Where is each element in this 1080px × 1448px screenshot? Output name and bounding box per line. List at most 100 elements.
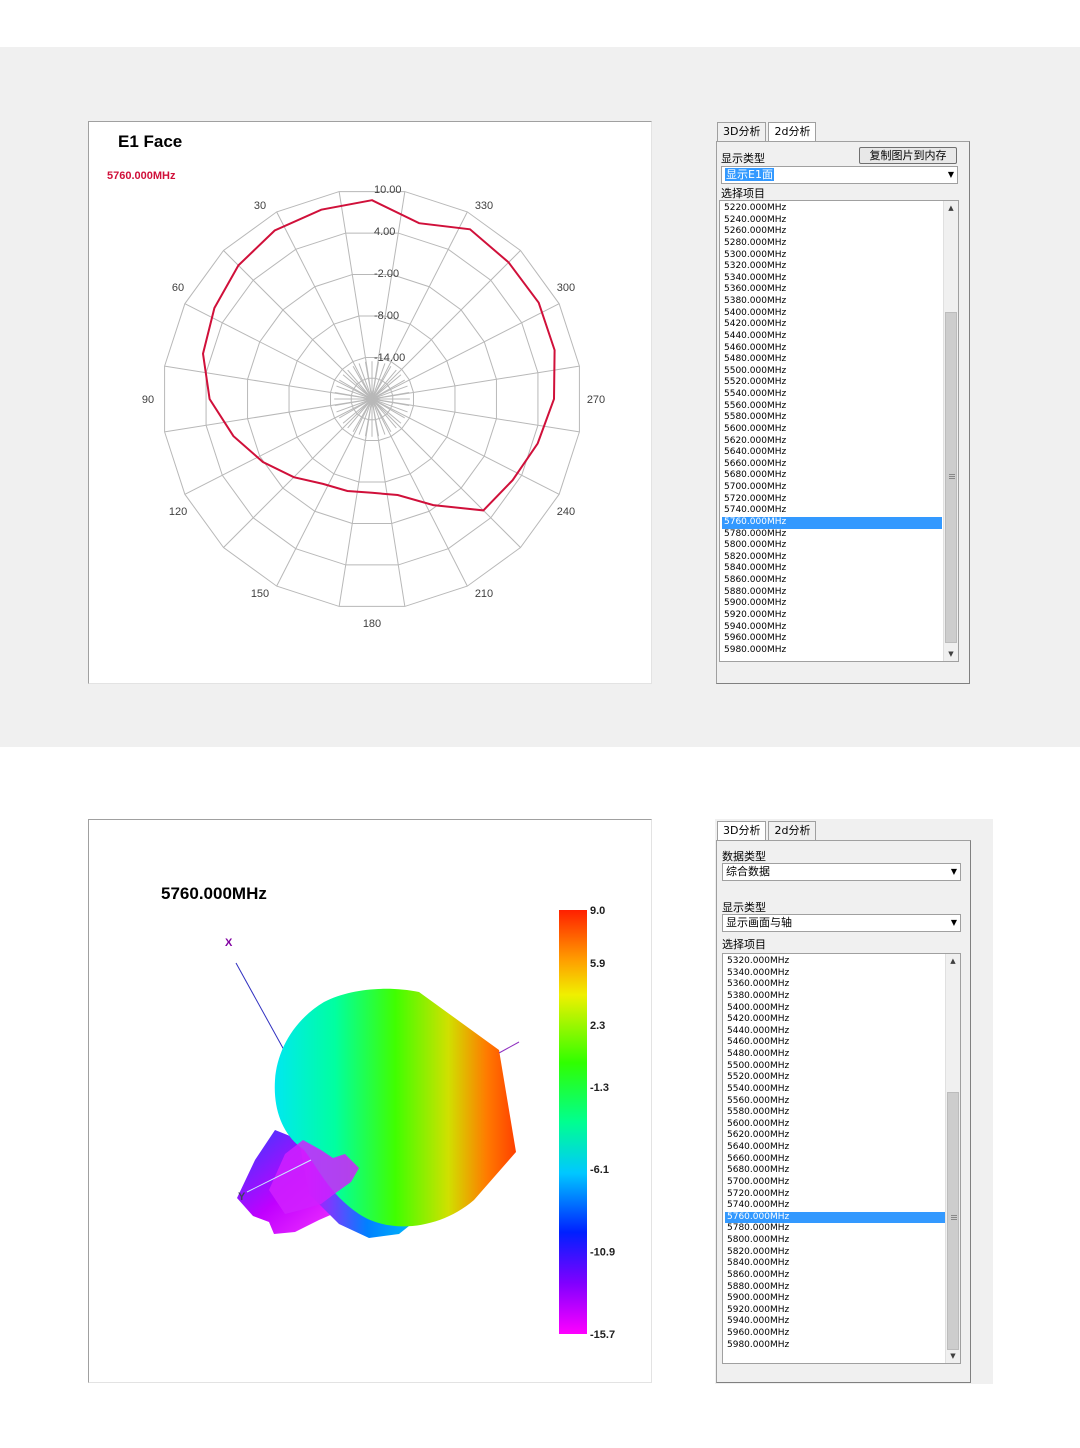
list-item[interactable]: 5780.000MHz [725, 1223, 945, 1235]
list-item[interactable]: 5500.000MHz [725, 1061, 945, 1073]
list-item[interactable]: 5940.000MHz [725, 1316, 945, 1328]
scroll-down-icon[interactable]: ▼ [946, 1349, 960, 1363]
list-item[interactable]: 5660.000MHz [722, 459, 942, 471]
angle-tick-label: 300 [557, 282, 575, 294]
list-item[interactable]: 5380.000MHz [722, 296, 942, 308]
polar-spoke [371, 398, 521, 548]
list-item[interactable]: 5460.000MHz [725, 1037, 945, 1049]
list-item[interactable]: 5860.000MHz [725, 1270, 945, 1282]
list-item[interactable]: 5540.000MHz [722, 389, 942, 401]
data-type-select[interactable]: 综合数据 ▼ [722, 863, 961, 881]
tab-3d-analysis[interactable]: 3D分析 [717, 821, 767, 840]
list-item[interactable]: 5900.000MHz [725, 1293, 945, 1305]
copy-image-button[interactable]: 复制图片到内存 [859, 147, 957, 164]
list-item[interactable]: 5320.000MHz [725, 956, 945, 968]
list-item[interactable]: 5340.000MHz [722, 273, 942, 285]
display-type-select[interactable]: 显示画面与轴 ▼ [722, 914, 961, 932]
colorbar-tick-label: -1.3 [590, 1082, 609, 1094]
list-item[interactable]: 5300.000MHz [722, 250, 942, 262]
list-item[interactable]: 5920.000MHz [722, 610, 942, 622]
list-item[interactable]: 5520.000MHz [725, 1072, 945, 1084]
tab-3d-analysis[interactable]: 3D分析 [717, 122, 767, 141]
list-item[interactable]: 5760.000MHz [725, 1211, 945, 1224]
list-item[interactable]: 5260.000MHz [722, 226, 942, 238]
polar-plot-area: E1 Face 5760.000MHz 10.00 4.00 -2.00 -8.00-… [88, 121, 652, 684]
frequency-list-items: 5320.000MHz 5340.000MHz 5360.000MHz 5380.00… [725, 956, 945, 1351]
list-item[interactable]: 5540.000MHz [725, 1084, 945, 1096]
list-item[interactable]: 5700.000MHz [722, 482, 942, 494]
scroll-down-icon[interactable]: ▼ [944, 647, 958, 661]
list-item[interactable]: 5360.000MHz [722, 284, 942, 296]
list-item[interactable]: 5960.000MHz [725, 1328, 945, 1340]
list-item[interactable]: 5420.000MHz [725, 1014, 945, 1026]
radial-tick-label: -14.00 [374, 352, 405, 364]
list-item[interactable]: 5440.000MHz [725, 1026, 945, 1038]
list-item[interactable]: 5600.000MHz [722, 424, 942, 436]
list-item[interactable]: 5880.000MHz [725, 1282, 945, 1294]
list-item[interactable]: 5400.000MHz [725, 1003, 945, 1015]
list-item[interactable]: 5800.000MHz [725, 1235, 945, 1247]
list-item[interactable]: 5820.000MHz [725, 1247, 945, 1259]
list-item[interactable]: 5900.000MHz [722, 598, 942, 610]
list-item[interactable]: 5660.000MHz [725, 1154, 945, 1166]
list-item[interactable]: 5980.000MHz [722, 645, 942, 657]
list-item[interactable]: 5980.000MHz [725, 1340, 945, 1352]
list-item[interactable]: 5240.000MHz [722, 215, 942, 227]
list-item[interactable]: 5620.000MHz [725, 1130, 945, 1142]
list-item[interactable]: 5860.000MHz [722, 575, 942, 587]
list-item[interactable]: 5680.000MHz [722, 470, 942, 482]
list-item[interactable]: 5840.000MHz [722, 563, 942, 575]
list-scrollbar[interactable]: ▲ ▼ [945, 954, 960, 1363]
list-item[interactable]: 5880.000MHz [722, 587, 942, 599]
list-item[interactable]: 5580.000MHz [725, 1107, 945, 1119]
list-item[interactable]: 5560.000MHz [725, 1096, 945, 1108]
view3d-area: 5760.000MHz X Y 9.0 5.9 2.3 -1.3 -6.1 -1… [88, 819, 652, 1383]
list-item[interactable]: 5400.000MHz [722, 308, 942, 320]
list-item[interactable]: 5740.000MHz [725, 1200, 945, 1212]
list-scrollbar[interactable]: ▲ ▼ [943, 201, 958, 661]
list-item[interactable]: 5640.000MHz [722, 447, 942, 459]
list-item[interactable]: 5800.000MHz [722, 540, 942, 552]
list-item[interactable]: 5480.000MHz [722, 354, 942, 366]
scrollbar-thumb[interactable] [947, 1092, 959, 1350]
list-item[interactable]: 5720.000MHz [725, 1189, 945, 1201]
display-type-value: 显示E1面 [725, 168, 774, 181]
list-item[interactable]: 5220.000MHz [722, 203, 942, 215]
list-item[interactable]: 5380.000MHz [725, 991, 945, 1003]
list-item[interactable]: 5960.000MHz [722, 633, 942, 645]
display-type-select[interactable]: 显示E1面 ▼ [721, 166, 958, 184]
list-item[interactable]: 5560.000MHz [722, 401, 942, 413]
list-item[interactable]: 5720.000MHz [722, 494, 942, 506]
list-item[interactable]: 5740.000MHz [722, 505, 942, 517]
list-item[interactable]: 5480.000MHz [725, 1049, 945, 1061]
list-item[interactable]: 5460.000MHz [722, 343, 942, 355]
tab-2d-analysis[interactable]: 2d分析 [768, 122, 817, 141]
list-item[interactable]: 5760.000MHz [722, 516, 942, 529]
scrollbar-thumb[interactable] [945, 312, 957, 643]
list-item[interactable]: 5580.000MHz [722, 412, 942, 424]
list-item[interactable]: 5920.000MHz [725, 1305, 945, 1317]
tab-2d-analysis[interactable]: 2d分析 [768, 821, 817, 840]
list-item[interactable]: 5780.000MHz [722, 529, 942, 541]
list-item[interactable]: 5340.000MHz [725, 968, 945, 980]
list-item[interactable]: 5360.000MHz [725, 979, 945, 991]
list-item[interactable]: 5820.000MHz [722, 552, 942, 564]
list-item[interactable]: 5320.000MHz [722, 261, 942, 273]
list-item[interactable]: 5640.000MHz [725, 1142, 945, 1154]
list-item[interactable]: 5680.000MHz [725, 1165, 945, 1177]
grip-icon [951, 1215, 957, 1220]
list-item[interactable]: 5500.000MHz [722, 366, 942, 378]
list-item[interactable]: 5280.000MHz [722, 238, 942, 250]
scroll-up-icon[interactable]: ▲ [946, 954, 960, 968]
list-item[interactable]: 5840.000MHz [725, 1258, 945, 1270]
list-item[interactable]: 5700.000MHz [725, 1177, 945, 1189]
list-item[interactable]: 5940.000MHz [722, 622, 942, 634]
frequency-list[interactable]: 5220.000MHz 5240.000MHz 5260.000MHz 5280.00… [719, 200, 959, 662]
list-item[interactable]: 5520.000MHz [722, 377, 942, 389]
list-item[interactable]: 5600.000MHz [725, 1119, 945, 1131]
list-item[interactable]: 5440.000MHz [722, 331, 942, 343]
list-item[interactable]: 5420.000MHz [722, 319, 942, 331]
frequency-list[interactable]: 5320.000MHz 5340.000MHz 5360.000MHz 5380.00… [722, 953, 961, 1364]
scroll-up-icon[interactable]: ▲ [944, 201, 958, 215]
list-item[interactable]: 5620.000MHz [722, 436, 942, 448]
